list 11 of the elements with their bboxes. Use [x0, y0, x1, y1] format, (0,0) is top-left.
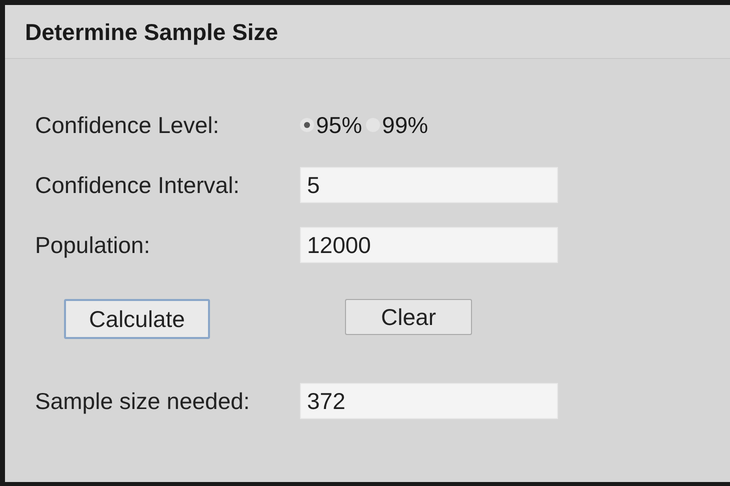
radio-option[interactable]: 95%	[300, 112, 362, 138]
form-button[interactable]: Calculate	[64, 299, 210, 339]
field-label: Confidence Interval:	[35, 172, 241, 198]
field-label: Population:	[35, 232, 152, 258]
input-field[interactable]: 5	[300, 167, 558, 203]
form-button[interactable]: Clear	[345, 299, 472, 335]
field-label: Confidence Level:	[35, 112, 220, 138]
radio-option[interactable]: 99%	[366, 112, 428, 138]
field-label: Sample size needed:	[35, 388, 251, 414]
input-field[interactable]: 12000	[300, 227, 558, 263]
result-field[interactable]: 372	[300, 383, 558, 419]
